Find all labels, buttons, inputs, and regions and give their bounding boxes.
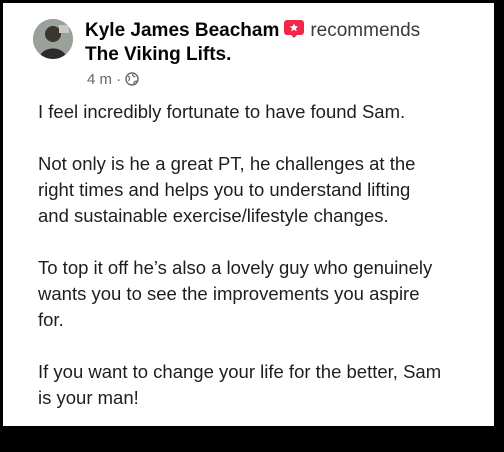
post-timestamp[interactable]: 4 m <box>87 71 112 88</box>
post-paragraph: If you want to change your life for the … <box>38 361 442 408</box>
recommends-label: recommends <box>310 20 421 41</box>
avatar[interactable] <box>33 19 73 59</box>
post-header: Kyle James Beacham recommends The Viking … <box>33 15 483 95</box>
recommendation-post-card: Kyle James Beacham recommends The Viking … <box>3 3 494 426</box>
screenshot-frame: Kyle James Beacham recommends The Viking … <box>0 0 504 452</box>
recommend-flag-icon <box>283 19 305 39</box>
post-body: I feel incredibly fortunate to have foun… <box>38 99 478 437</box>
post-paragraph: I feel incredibly fortunate to have foun… <box>38 101 406 122</box>
meta-separator: · <box>116 71 122 88</box>
post-meta: 4 m · <box>87 71 140 89</box>
globe-icon <box>125 72 140 86</box>
author-line: Kyle James Beacham recommends <box>85 19 420 43</box>
page-name[interactable]: The Viking Lifts. <box>85 43 231 67</box>
author-name[interactable]: Kyle James Beacham <box>85 20 279 41</box>
post-paragraph: To top it off he’s also a lovely guy who… <box>38 257 433 330</box>
post-paragraph: Not only is he a great PT, he challenges… <box>38 153 416 226</box>
